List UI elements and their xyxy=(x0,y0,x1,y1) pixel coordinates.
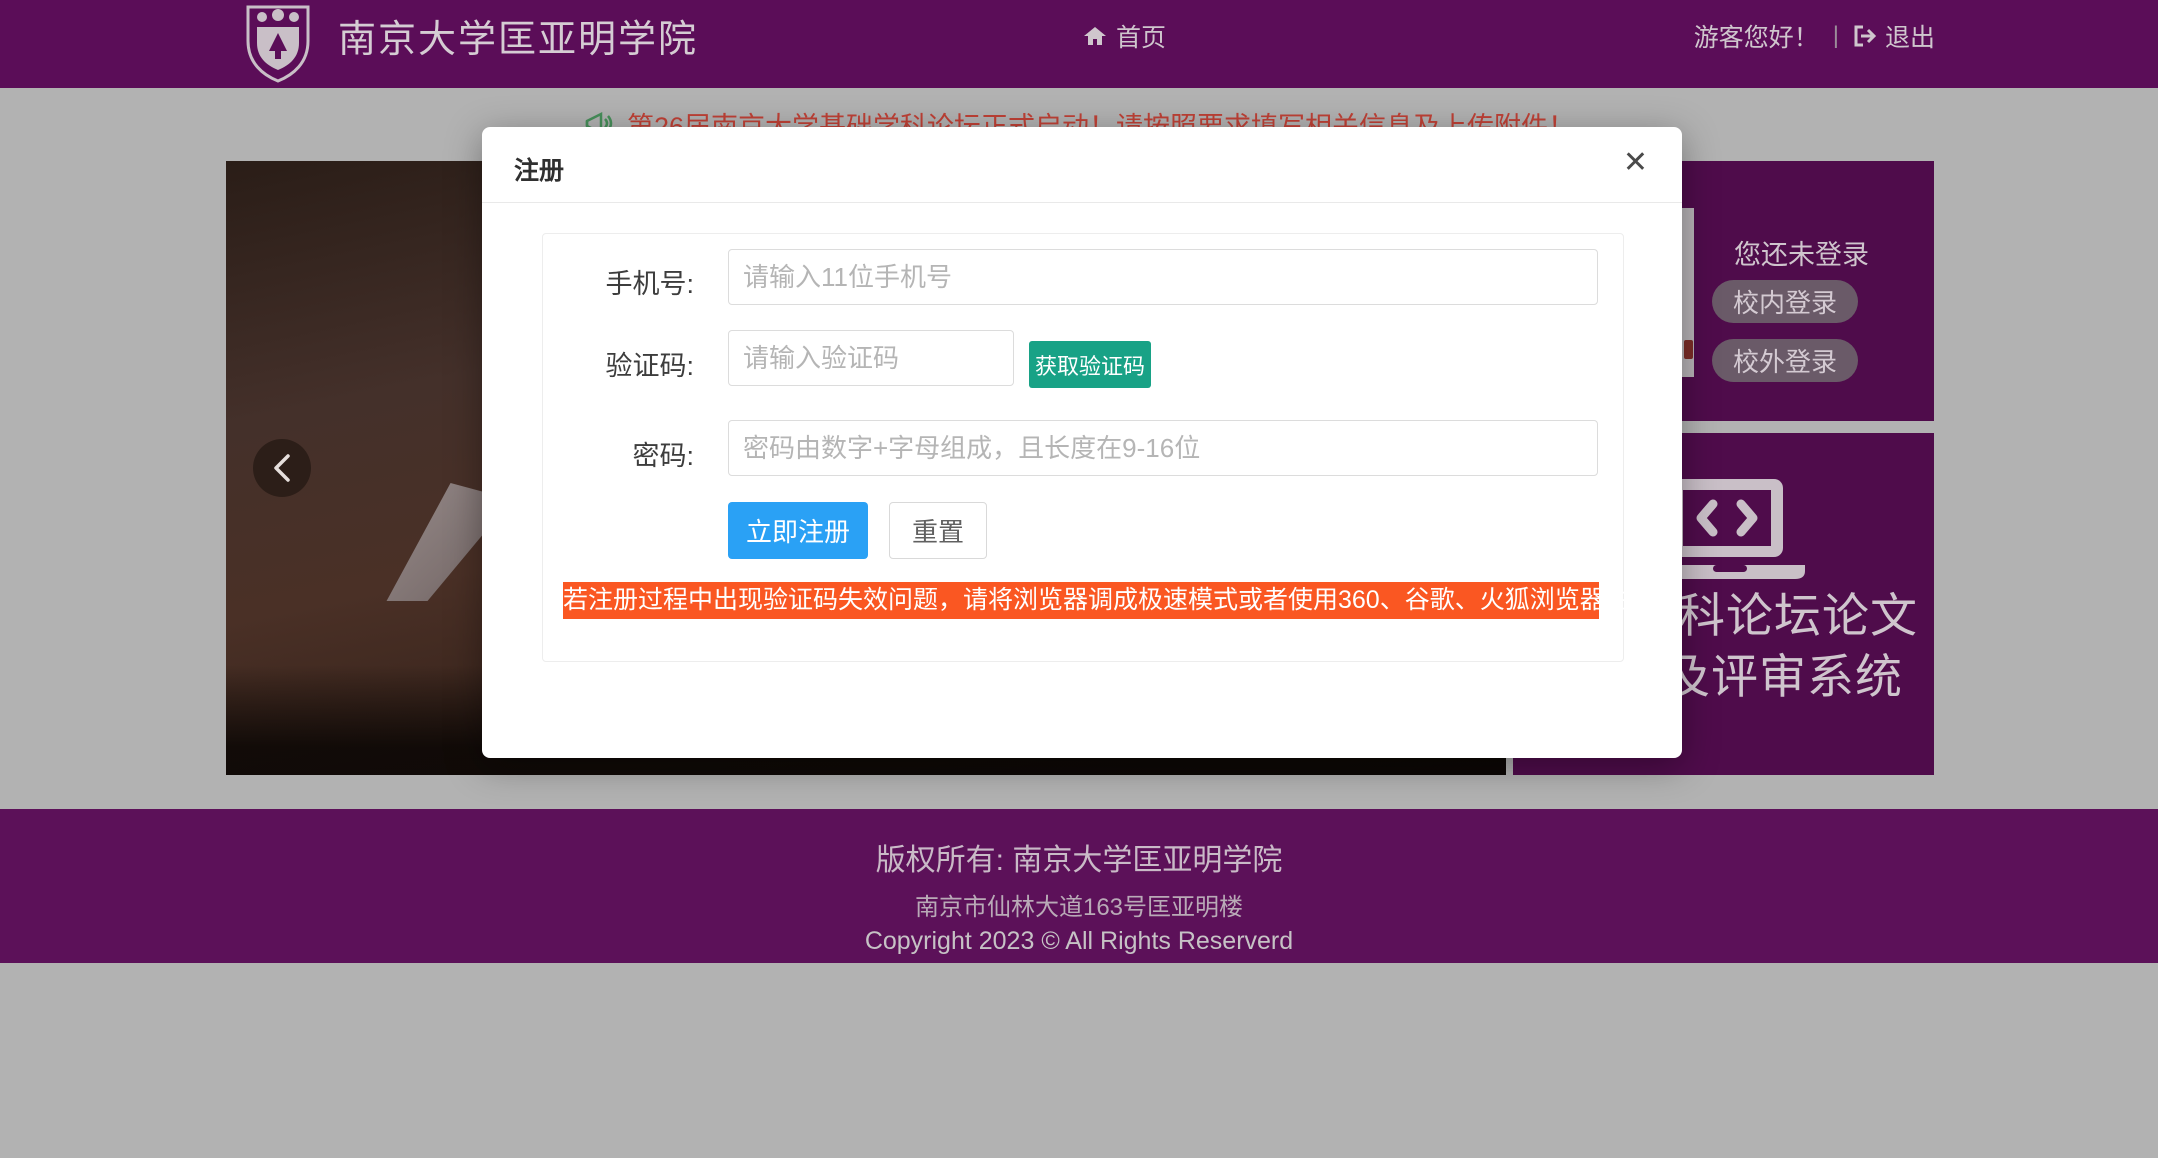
logout-button[interactable]: 退出 xyxy=(1853,18,1935,54)
system-title-line1: 科论坛论文 xyxy=(1678,577,1918,646)
greeting-text: 游客您好！ xyxy=(1694,18,1819,54)
register-submit-button[interactable]: 立即注册 xyxy=(728,502,868,559)
get-captcha-button[interactable]: 获取验证码 xyxy=(1029,341,1151,388)
university-logo-icon xyxy=(245,3,311,83)
carousel-prev-button[interactable] xyxy=(253,439,311,497)
captcha-input[interactable] xyxy=(728,330,1014,386)
qr-code-detail xyxy=(1684,340,1693,359)
user-area: 游客您好！ | 退出 xyxy=(1694,18,1935,54)
copyright-owner: 版权所有: 南京大学匡亚明学院 xyxy=(0,809,2158,879)
modal-header: 注册 ✕ xyxy=(482,127,1682,203)
nav-home[interactable]: 首页 xyxy=(1083,18,1166,54)
top-header: 南京大学匡亚明学院 首页 游客您好！ | 退出 xyxy=(0,0,2158,88)
login-status-text: 您还未登录 xyxy=(1734,233,1869,272)
browser-warning-banner: 若注册过程中出现验证码失效问题，请将浏览器调成极速模式或者使用360、谷歌、火狐… xyxy=(563,582,1599,619)
copyright-notice: Copyright 2023 © All Rights Reserverd xyxy=(0,927,2158,956)
campus-login-button[interactable]: 校内登录 xyxy=(1712,280,1858,323)
password-input[interactable] xyxy=(728,420,1598,476)
reset-button[interactable]: 重置 xyxy=(889,502,987,559)
nav-home-label: 首页 xyxy=(1116,18,1166,54)
chevron-left-icon xyxy=(271,453,293,483)
home-icon xyxy=(1083,24,1107,48)
separator: | xyxy=(1831,22,1841,50)
captcha-label: 验证码: xyxy=(494,344,694,383)
phone-label: 手机号: xyxy=(494,262,694,301)
logout-icon xyxy=(1853,24,1877,48)
register-modal: 注册 ✕ 手机号: 验证码: 获取验证码 密码: 立即注册 重置 若注册过程中出… xyxy=(482,127,1682,758)
address: 南京市仙林大道163号匡亚明楼 xyxy=(0,887,2158,922)
site-title: 南京大学匡亚明学院 xyxy=(338,8,698,63)
modal-title: 注册 xyxy=(514,151,564,187)
close-icon[interactable]: ✕ xyxy=(1623,148,1648,178)
password-label: 密码: xyxy=(494,434,694,473)
phone-input[interactable] xyxy=(728,249,1598,305)
system-title-line2: 及评审系统 xyxy=(1663,638,1903,707)
logout-label: 退出 xyxy=(1885,18,1935,54)
external-login-button[interactable]: 校外登录 xyxy=(1712,339,1858,382)
page-footer: 版权所有: 南京大学匡亚明学院 南京市仙林大道163号匡亚明楼 Copyrigh… xyxy=(0,809,2158,963)
